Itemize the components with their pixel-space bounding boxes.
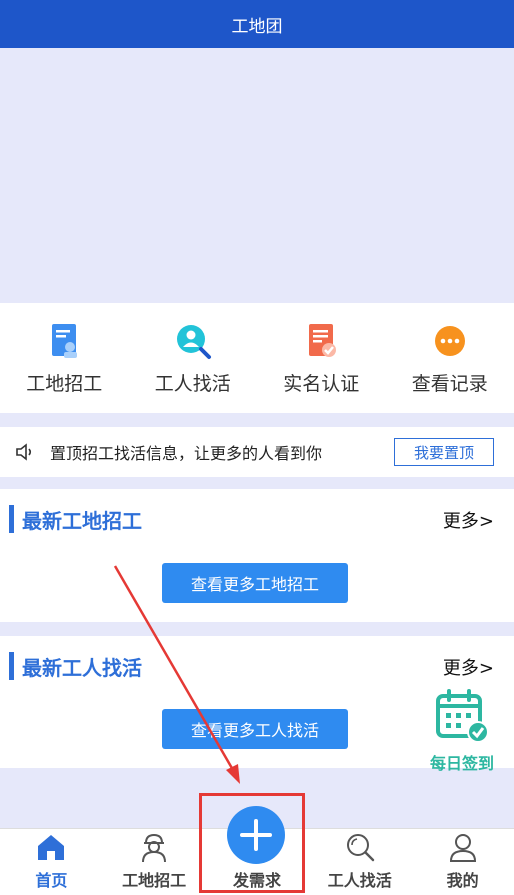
home-icon — [38, 835, 65, 860]
more-link[interactable]: 更多> — [443, 507, 494, 533]
quick-nav-realname-cert[interactable]: 实名认证 — [261, 321, 381, 396]
realname-cert-icon — [309, 323, 337, 357]
page-title: 工地团 — [231, 16, 283, 37]
quick-nav-label: 工地招工 — [26, 372, 103, 395]
site-recruit-icon — [52, 323, 78, 358]
tab-home[interactable]: 首页 — [0, 828, 102, 895]
tab-label: 工人找活 — [327, 871, 392, 890]
tab-site-recruit[interactable]: 工地招工 — [103, 828, 205, 895]
latest-site-recruit-section: 最新工地招工 更多> 查看更多工地招工 — [0, 489, 514, 622]
tab-worker-search[interactable]: 工人找活 — [309, 828, 411, 895]
notice-text: 置顶招工找活信息，让更多的人看到你 — [50, 444, 323, 463]
speaker-icon — [16, 443, 32, 461]
section-accent-bar — [9, 652, 14, 680]
checkin-label: 每日签到 — [429, 754, 494, 773]
tab-label: 工地招工 — [122, 871, 187, 890]
tab-label: 我的 — [446, 871, 479, 890]
app-header: 工地团 — [0, 0, 514, 48]
quick-nav-view-records[interactable]: 查看记录 — [390, 321, 510, 396]
section-title: 最新工地招工 — [22, 509, 142, 533]
worker-helmet-icon — [142, 833, 167, 863]
daily-checkin-button[interactable]: 每日签到 — [420, 688, 504, 780]
worker-search-icon — [176, 324, 211, 359]
search-icon — [346, 834, 374, 862]
section-title: 最新工人找活 — [22, 656, 142, 680]
view-more-worker-search-button[interactable]: 查看更多工人找活 — [162, 709, 348, 749]
quick-nav: 工地招工 工人找活 实名认证 查看记录 — [0, 303, 514, 413]
tab-label: 首页 — [35, 871, 68, 890]
pin-top-button[interactable]: 我要置顶 — [394, 438, 494, 466]
section-accent-bar — [9, 505, 14, 533]
pin-notice: 置顶招工找活信息，让更多的人看到你 我要置顶 — [0, 427, 514, 477]
highlight-box — [199, 793, 305, 893]
banner-area[interactable] — [0, 48, 514, 303]
section-header: 最新工人找活 更多> — [0, 636, 514, 694]
quick-nav-label: 实名认证 — [283, 372, 360, 395]
quick-nav-site-recruit[interactable]: 工地招工 — [4, 321, 124, 396]
user-icon — [449, 834, 476, 862]
view-records-icon — [434, 325, 465, 356]
quick-nav-worker-search[interactable]: 工人找活 — [133, 321, 253, 396]
quick-nav-label: 工人找活 — [154, 372, 231, 395]
view-more-site-recruit-button[interactable]: 查看更多工地招工 — [162, 563, 348, 603]
calendar-check-icon — [436, 689, 489, 743]
tab-mine[interactable]: 我的 — [412, 828, 514, 895]
section-header: 最新工地招工 更多> — [0, 489, 514, 547]
more-link[interactable]: 更多> — [443, 654, 494, 680]
quick-nav-label: 查看记录 — [411, 372, 488, 395]
